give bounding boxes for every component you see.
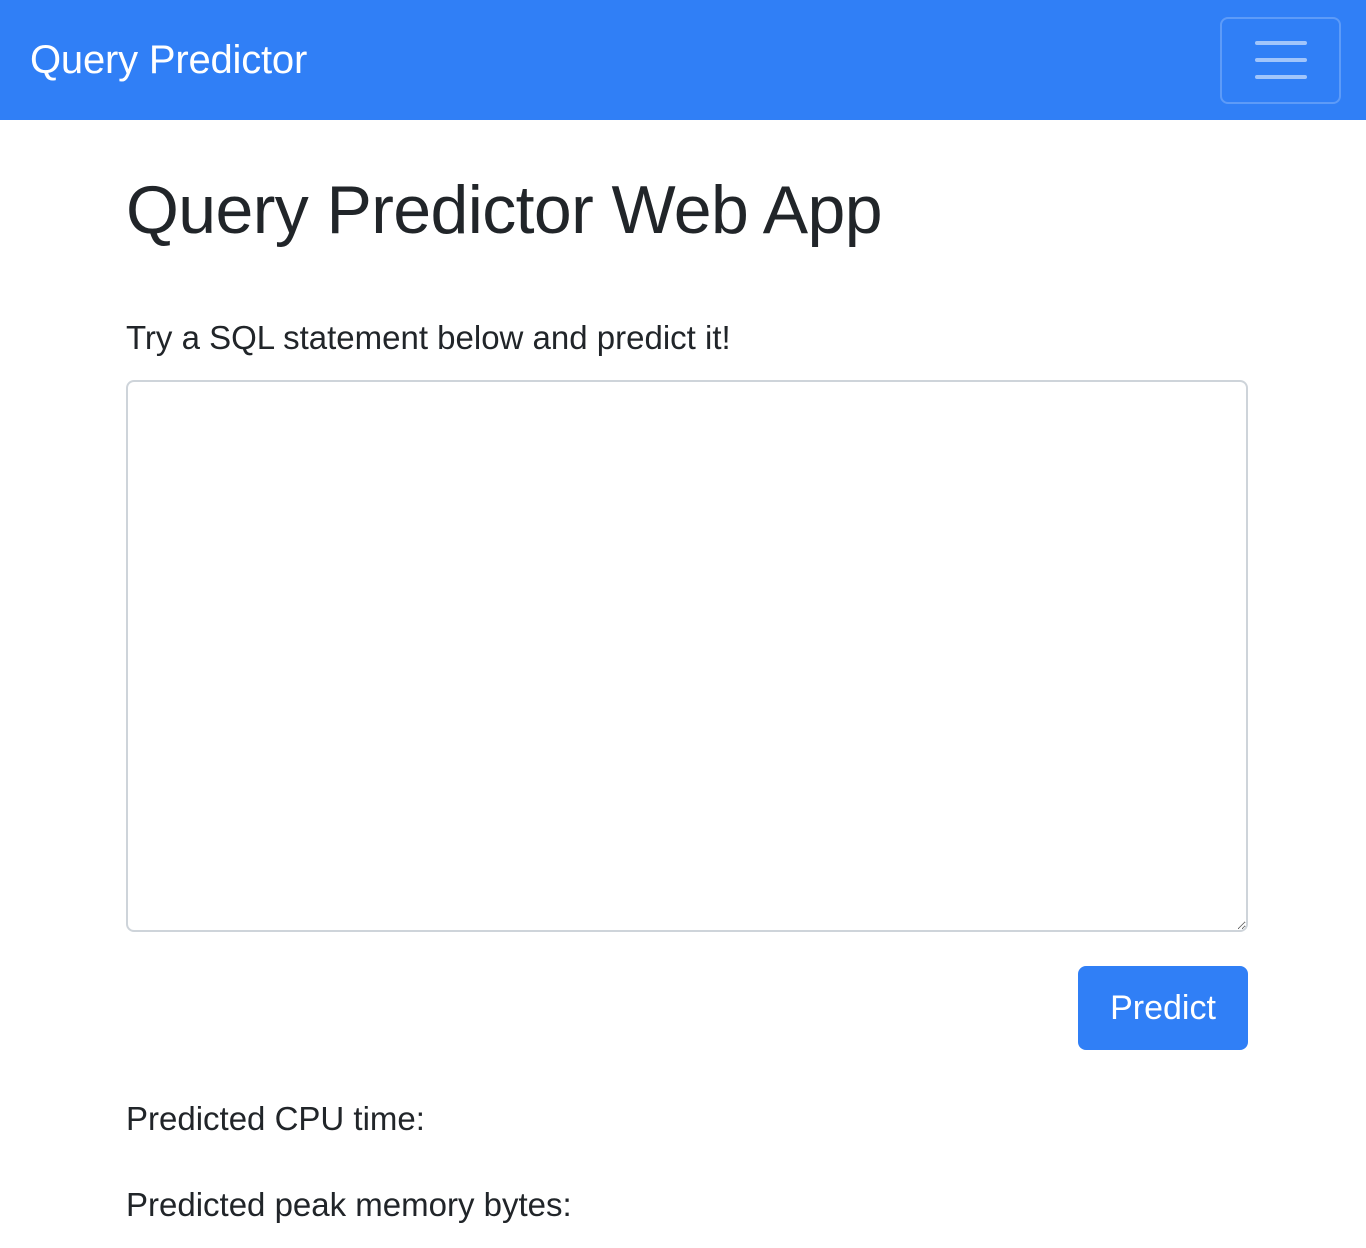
navbar: Query Predictor	[0, 0, 1366, 120]
predict-button[interactable]: Predict	[1078, 966, 1248, 1050]
page-title: Query Predictor Web App	[126, 172, 883, 248]
navbar-toggler-button[interactable]	[1220, 16, 1341, 104]
main-content: Query Predictor Web App Try a SQL statem…	[126, 120, 1248, 1225]
form-actions: Predict	[126, 966, 1248, 1050]
predicted-cpu-time-label: Predicted CPU time:	[126, 1100, 425, 1137]
hamburger-menu-icon	[1254, 41, 1307, 79]
hamburger-bar	[1254, 58, 1307, 62]
sql-prompt-label: Try a SQL statement below and predict it…	[126, 319, 731, 356]
hamburger-bar	[1254, 75, 1307, 79]
hamburger-bar	[1254, 41, 1307, 45]
navbar-brand[interactable]: Query Predictor	[30, 40, 307, 80]
sql-input[interactable]	[126, 380, 1248, 932]
predicted-peak-memory-label: Predicted peak memory bytes:	[126, 1186, 572, 1223]
